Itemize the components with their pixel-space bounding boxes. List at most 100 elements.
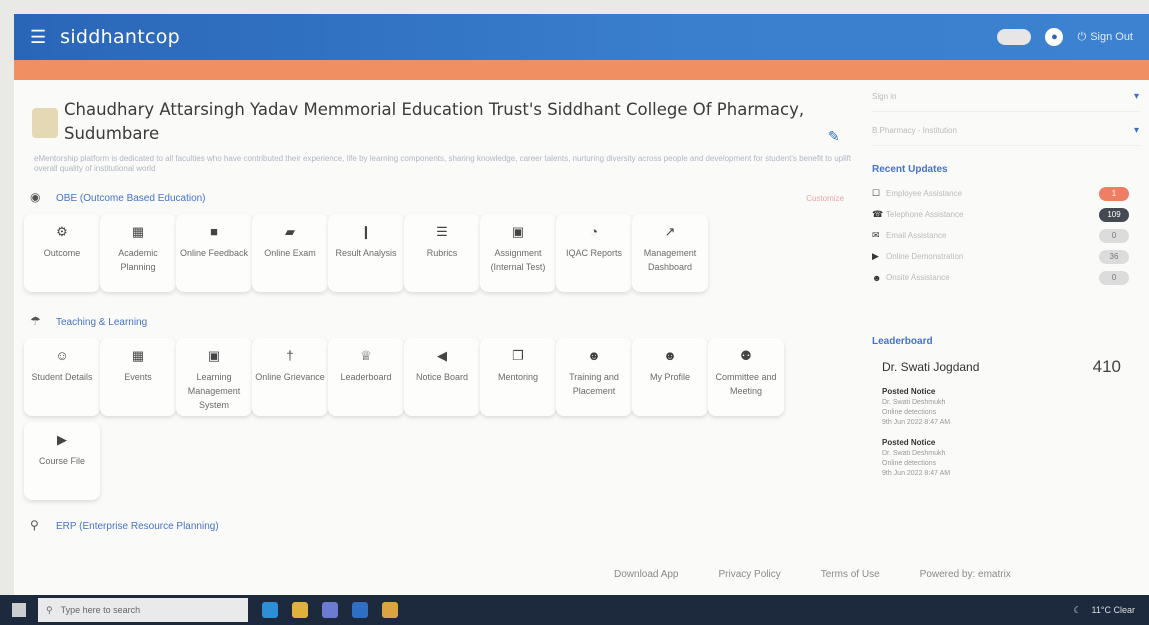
tile-teaching[interactable]: ▣ Learning Management System	[176, 338, 252, 416]
tile-icon: ◔	[590, 224, 598, 239]
weather-text: 11°C Clear	[1091, 605, 1135, 615]
tile-icon: ☺	[55, 348, 69, 363]
weather-icon: ☾	[1073, 604, 1082, 615]
terms-link[interactable]: Terms of Use	[821, 569, 880, 580]
update-item[interactable]: ▶ Online Demonstration 36	[872, 246, 1149, 267]
tile-icon: ▰	[285, 224, 295, 239]
tile-label: Online Feedback	[179, 248, 249, 258]
right-sidebar: Sign in ▾ B.Pharmacy - Institution ▾ Rec…	[862, 80, 1149, 595]
tile-icon: ⚉	[740, 348, 752, 363]
tile-teaching[interactable]: ◀ Notice Board	[404, 338, 480, 416]
tile-obe[interactable]: ▣ Assignment (Internal Test)	[480, 214, 556, 292]
update-icon: ✉	[872, 230, 880, 240]
update-icon: ☐	[872, 188, 881, 198]
notice-sub: Online detections	[882, 409, 937, 416]
user-profile-icon[interactable]: ●	[1045, 28, 1064, 46]
tile-icon: ♕	[360, 348, 372, 363]
college-tagline: eMentorship platform is dedicated to all…	[34, 154, 852, 173]
update-label: Telephone Assistance	[886, 210, 964, 219]
tile-label: Learning Management System	[187, 372, 241, 410]
tile-icon: ☻	[663, 348, 677, 363]
update-item[interactable]: ✉ Email Assistance 0	[872, 225, 1149, 246]
update-item[interactable]: ☻ Onsite Assistance 0	[872, 267, 1149, 288]
tile-teaching[interactable]: ▶ Course File	[24, 422, 100, 500]
top-navbar: ☰ siddhantcop ● ⏻ Sign Out	[14, 14, 1149, 60]
tile-obe[interactable]: ◔ IQAC Reports	[556, 214, 632, 292]
update-label: Online Demonstration	[886, 252, 964, 261]
privacy-link[interactable]: Privacy Policy	[719, 569, 781, 580]
leaderboard-row[interactable]: Dr. Swati Jogdand 410	[882, 357, 1149, 377]
edge-icon[interactable]	[262, 602, 278, 618]
customize-link[interactable]: Customize	[806, 194, 844, 203]
tile-teaching[interactable]: ⚉ Committee and Meeting	[708, 338, 784, 416]
sign-out-label: Sign Out	[1090, 31, 1133, 43]
tile-teaching[interactable]: ☺ Student Details	[24, 338, 100, 416]
tile-teaching[interactable]: ☻ Training and Placement	[556, 338, 632, 416]
folder-icon[interactable]	[292, 602, 308, 618]
update-label: Onsite Assistance	[886, 273, 950, 282]
obe-title: OBE (Outcome Based Education)	[56, 192, 206, 204]
notice-title: Posted Notice	[882, 438, 936, 447]
tile-icon: ▦	[131, 348, 145, 363]
leader-name: Dr. Swati Jogdand	[882, 360, 980, 374]
taskbar-apps	[262, 602, 398, 618]
select-program[interactable]: B.Pharmacy - Institution ▾	[872, 116, 1139, 146]
update-item[interactable]: ☐ Employee Assistance 1	[872, 183, 1149, 204]
theme-toggle[interactable]	[997, 29, 1032, 45]
weather-widget[interactable]: ☾ 11°C Clear	[1073, 605, 1135, 616]
tile-label: Training and Placement	[569, 372, 619, 396]
chevron-down-icon: ▾	[1133, 91, 1139, 102]
recent-updates-title: Recent Updates	[872, 164, 948, 175]
tile-label: Mentoring	[497, 372, 539, 382]
brand-title[interactable]: siddhantcop	[60, 26, 180, 48]
tile-obe[interactable]: ■ Online Feedback	[176, 214, 252, 292]
edit-icon[interactable]: ✎	[828, 128, 840, 145]
tile-icon: ❙	[360, 224, 372, 239]
taskbar-search[interactable]: ⚲ Type here to search	[38, 598, 248, 622]
update-count-badge: 0	[1099, 270, 1129, 285]
tile-icon: †	[286, 348, 294, 363]
sign-out-button[interactable]: ⏻ Sign Out	[1077, 31, 1133, 44]
tile-obe[interactable]: ❙ Result Analysis	[328, 214, 404, 292]
windows-start-icon[interactable]	[12, 603, 26, 617]
tile-label: Management Dashboard	[643, 248, 697, 272]
update-icon: ▶	[872, 251, 879, 261]
notice-author: Dr. Swati Deshmukh	[882, 450, 946, 457]
tile-icon: ▦	[131, 224, 145, 239]
notice-item[interactable]: Posted Notice Dr. Swati Deshmukh Online de…	[882, 387, 1149, 428]
college-logo	[32, 108, 58, 138]
tile-obe[interactable]: ⚙ Outcome	[24, 214, 100, 292]
tile-icon: ▣	[511, 224, 525, 239]
tile-label: My Profile	[649, 372, 690, 382]
chrome-icon[interactable]	[382, 602, 398, 618]
announcement-bar	[14, 60, 1149, 80]
select-signin[interactable]: Sign in ▾	[872, 82, 1139, 112]
tile-teaching[interactable]: ▦ Events	[100, 338, 176, 416]
browser-viewport: ☰ siddhantcop ● ⏻ Sign Out Chaudhary Att…	[14, 14, 1149, 595]
tile-teaching[interactable]: ♕ Leaderboard	[328, 338, 404, 416]
store-icon[interactable]	[322, 602, 338, 618]
tile-obe[interactable]: ☰ Rubrics	[404, 214, 480, 292]
hamburger-menu-icon[interactable]: ☰	[30, 27, 46, 48]
update-item[interactable]: ☎ Telephone Assistance 109	[872, 204, 1149, 225]
chevron-down-icon: ▾	[1133, 125, 1139, 136]
tile-icon: ❐	[512, 348, 524, 363]
mail-icon[interactable]	[352, 602, 368, 618]
leader-score: 410	[1092, 357, 1121, 376]
notice-item[interactable]: Posted Notice Dr. Swati Deshmukh Online de…	[882, 438, 1149, 479]
tile-obe[interactable]: ▰ Online Exam	[252, 214, 328, 292]
tile-icon: ◀	[437, 348, 447, 363]
power-icon: ⏻	[1077, 30, 1087, 43]
notice-time: 9th Jun 2022 8:47 AM	[882, 470, 951, 477]
tile-teaching[interactable]: ❐ Mentoring	[480, 338, 556, 416]
college-header: Chaudhary Attarsingh Yadav Memmorial Edu…	[24, 98, 844, 146]
powered-by: Powered by: ematrix	[919, 569, 1011, 580]
tile-obe[interactable]: ↗ Management Dashboard	[632, 214, 708, 292]
tile-label: Rubrics	[426, 248, 458, 258]
update-count-badge: 36	[1099, 249, 1129, 264]
download-app-link[interactable]: Download App	[614, 569, 679, 580]
tile-teaching[interactable]: ☻ My Profile	[632, 338, 708, 416]
tile-teaching[interactable]: † Online Grievance	[252, 338, 328, 416]
notice-author: Dr. Swati Deshmukh	[882, 399, 946, 406]
tile-obe[interactable]: ▦ Academic Planning	[100, 214, 176, 292]
